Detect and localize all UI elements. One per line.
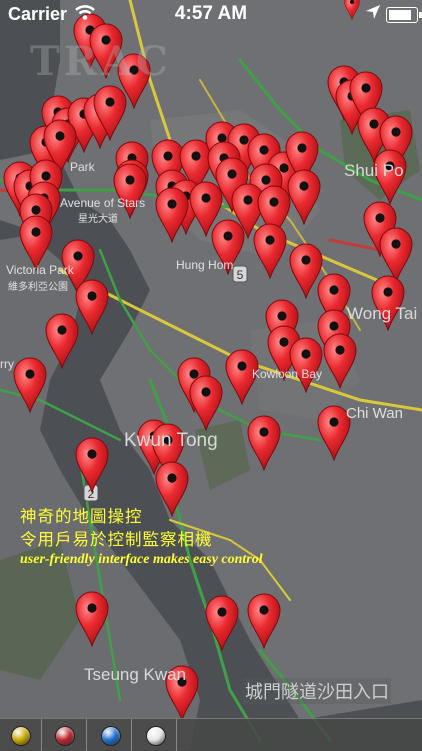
map-label-victoria-park-zh: 維多利亞公園 [8, 282, 68, 293]
map-label-avenue-zh: 星光大道 [78, 214, 118, 225]
caption-line-2: 令用戶易於控制監察相機 [20, 530, 213, 549]
pin-icon [342, 0, 362, 25]
yellow-filter-button[interactable] [11, 726, 31, 746]
red-filter-button[interactable] [55, 726, 75, 746]
map-label-park: Park [70, 160, 95, 174]
caption-line-1: 神奇的地圖操控 [20, 507, 143, 526]
bottom-toolbar [0, 718, 422, 751]
selected-camera-label: 城門隧道沙田入口 [243, 678, 391, 704]
map-label-victoria-park: Victoria Park [6, 263, 74, 277]
app-watermark: TRAC [30, 38, 172, 85]
svg-text:5: 5 [237, 268, 244, 282]
caption-line-3: user-friendly interface makes easy contr… [20, 552, 263, 567]
map-label-hung-hom: Hung Hom [176, 258, 234, 272]
map-view[interactable]: 5 2 [0, 0, 422, 750]
map-label-kwun-tong: Kwun Tong [124, 430, 218, 451]
white-filter-button[interactable] [146, 726, 166, 746]
map-label-chi-wan: Chi Wan [346, 405, 403, 422]
promo-caption: 神奇的地圖操控 令用戶易於控制監察相機 user-friendly interf… [20, 505, 263, 568]
map-label-avenue-of-stars: Avenue of Stars [60, 196, 146, 210]
route-shield-5: 5 [232, 265, 248, 283]
map-label-tseung-kwan: Tseung Kwan [84, 665, 187, 684]
map-label-rry: rry [0, 357, 14, 371]
map-label-wong-tai: Wong Tai [347, 304, 418, 323]
map-label-kowloon-bay: Kowloon Bay [252, 367, 323, 381]
blue-filter-button[interactable] [101, 726, 121, 746]
battery-icon [386, 7, 422, 23]
status-bar: Carrier 4:57 AM [0, 0, 422, 28]
location-arrow-icon [365, 4, 381, 25]
map-label-shui-po: Shui Po [344, 161, 404, 180]
